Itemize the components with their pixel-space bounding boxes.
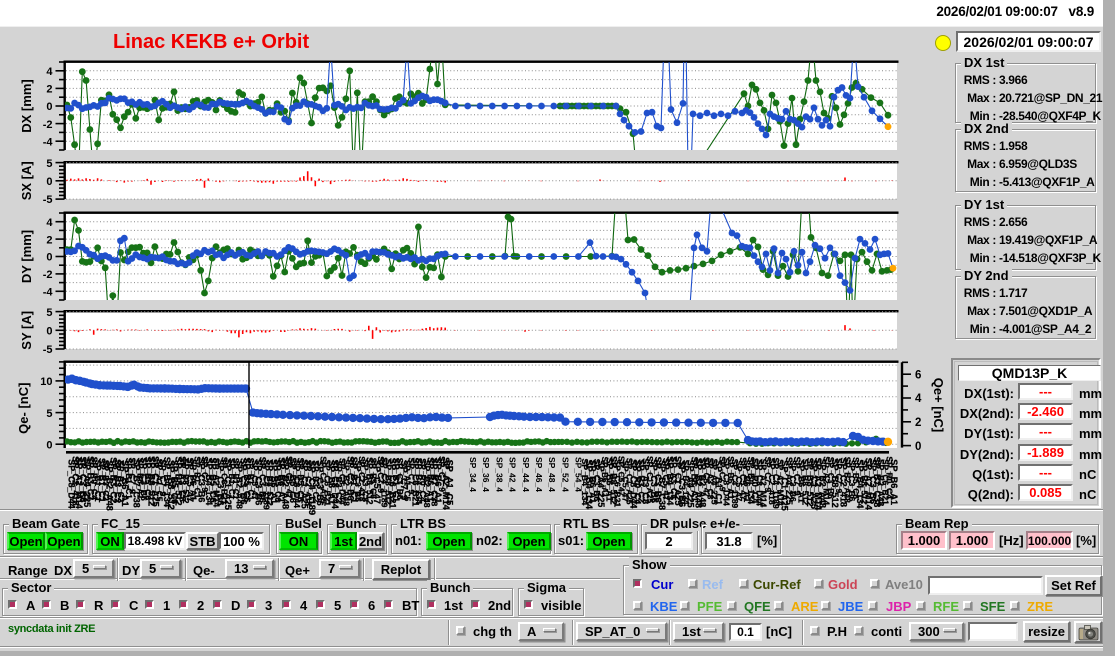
svg-text:5: 5 [46, 408, 52, 420]
svg-text:DX [mm]: DX [mm] [19, 79, 34, 132]
svg-text:2: 2 [46, 234, 52, 246]
svg-text:-2: -2 [43, 269, 53, 281]
svg-text:2: 2 [915, 417, 921, 429]
svg-text:4: 4 [46, 66, 53, 78]
svg-text:Qe+ [nC]: Qe+ [nC] [931, 378, 946, 433]
svg-text:-2: -2 [43, 119, 53, 131]
svg-text:SP_A1_C5: SP_A1_C5 [445, 460, 455, 506]
svg-text:6: 6 [915, 369, 921, 381]
svg-text:SX [A]: SX [A] [19, 161, 34, 200]
svg-text:SY [A]: SY [A] [19, 311, 34, 350]
svg-text:2: 2 [46, 84, 52, 96]
svg-text:4: 4 [915, 393, 922, 405]
svg-text:SP_46_4: SP_46_4 [534, 457, 544, 492]
svg-text:-5: -5 [43, 344, 53, 356]
svg-text:0: 0 [46, 439, 52, 451]
svg-text:0: 0 [915, 441, 921, 453]
svg-text:Qe- [nC]: Qe- [nC] [16, 383, 31, 434]
svg-text:SP_B6_A1: SP_B6_A1 [889, 459, 899, 505]
svg-text:5: 5 [46, 158, 52, 170]
svg-text:SP_42_4: SP_42_4 [508, 457, 518, 492]
svg-text:0: 0 [46, 252, 52, 264]
svg-text:10: 10 [40, 376, 52, 388]
svg-text:0: 0 [46, 326, 52, 338]
svg-text:0: 0 [46, 176, 52, 188]
svg-text:SP_36_4: SP_36_4 [481, 457, 491, 492]
svg-text:0: 0 [46, 101, 52, 113]
svg-text:DY [mm]: DY [mm] [19, 230, 34, 283]
svg-text:SP_38_4: SP_38_4 [494, 457, 504, 492]
svg-text:SP_44_4: SP_44_4 [521, 457, 531, 492]
svg-text:-4: -4 [43, 136, 54, 148]
svg-text:5: 5 [46, 307, 52, 319]
svg-text:-4: -4 [43, 287, 54, 299]
svg-text:SP_48_4: SP_48_4 [547, 457, 557, 492]
svg-text:4: 4 [46, 217, 53, 229]
svg-text:-5: -5 [43, 194, 53, 206]
svg-text:SP_34_4: SP_34_4 [468, 457, 478, 492]
svg-text:SP_52_4: SP_52_4 [560, 457, 570, 492]
